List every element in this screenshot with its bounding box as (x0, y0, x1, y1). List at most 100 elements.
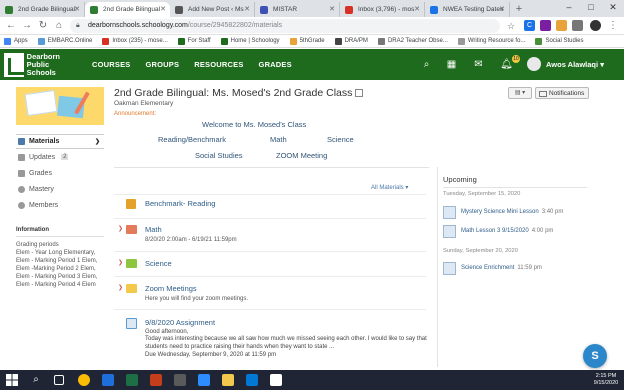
material-title[interactable]: Zoom Meetings (145, 284, 197, 293)
extension-icon[interactable] (556, 20, 567, 31)
browser-menu-icon[interactable]: ⋮ (606, 19, 620, 33)
list-item[interactable]: Benchmark- Reading (118, 199, 428, 215)
bookmark-star-icon[interactable]: ☆ (504, 19, 518, 33)
close-tab-icon[interactable]: ✕ (414, 2, 420, 17)
windows-start-icon[interactable] (6, 374, 18, 386)
edge-icon[interactable] (246, 374, 258, 386)
materials-filter-dropdown[interactable]: All Materials ▾ (371, 184, 408, 191)
new-tab-button[interactable]: + (510, 2, 528, 17)
list-item[interactable]: ❯ Math 8/20/20 2:00am - 6/19/21 11:59pm (118, 225, 428, 247)
zoom-icon[interactable] (198, 374, 210, 386)
url-field[interactable]: 🔒︎ dearbornschools.schoology.com/course/… (70, 19, 500, 33)
sidebar-item-members[interactable]: Members (16, 197, 104, 213)
bookmark-item[interactable]: EMBARC.Online (37, 37, 92, 45)
close-window-button[interactable]: ✕ (602, 0, 624, 17)
messages-icon[interactable]: ✉ (472, 58, 485, 71)
nav-groups[interactable]: GROUPS (146, 60, 180, 69)
file-explorer-icon[interactable] (222, 374, 234, 386)
profile-avatar-icon[interactable] (590, 20, 601, 31)
word-icon[interactable] (102, 374, 114, 386)
expand-arrow-icon[interactable]: ❯ (118, 259, 123, 266)
back-icon[interactable]: ← (4, 19, 18, 33)
upcoming-event[interactable]: Mystery Science Mini Lesson 3:40 pm (443, 206, 563, 219)
upcoming-event[interactable]: Math Lesson 3 9/15/2020 4:00 pm (443, 225, 553, 238)
sidebar-item-mastery[interactable]: Mastery (16, 181, 104, 197)
powerpoint-icon[interactable] (150, 374, 162, 386)
announcement-link-math[interactable]: Math (270, 135, 287, 144)
task-view-icon[interactable] (54, 375, 64, 385)
upcoming-panel: Upcoming Tuesday, September 15, 2020 Mys… (437, 167, 597, 367)
store-icon[interactable] (270, 374, 282, 386)
expand-arrow-icon[interactable]: ❯ (118, 225, 123, 232)
upcoming-event[interactable]: Science Enrichment 11:59 pm (443, 262, 542, 275)
reload-icon[interactable]: ↻ (36, 19, 50, 33)
browser-tab-active[interactable]: 2nd Grade Bilingual ✕ (85, 2, 170, 17)
material-title[interactable]: Math (145, 225, 162, 234)
search-icon[interactable]: ⌕ (30, 374, 42, 386)
browser-tab[interactable]: Add New Post ‹ Ms ✕ (170, 2, 255, 17)
chrome-icon[interactable] (78, 374, 90, 386)
material-title[interactable]: Science (145, 259, 172, 268)
announcement-link-zoom[interactable]: ZOOM Meeting (276, 151, 327, 160)
maximize-window-button[interactable]: □ (580, 0, 602, 17)
sidebar-item-materials[interactable]: Materials ❯ (16, 134, 104, 149)
avatar[interactable] (527, 57, 541, 71)
announcement-link-science[interactable]: Science (327, 135, 354, 144)
calendar-icon[interactable]: ▦ (445, 58, 458, 71)
material-title[interactable]: 9/8/2020 Assignment (145, 318, 215, 327)
sidebar-item-updates[interactable]: Updates 2 (16, 149, 104, 165)
search-icon[interactable]: ⌕ (420, 58, 433, 71)
sidebar-item-grades[interactable]: Grades (16, 165, 104, 181)
bookmark-item[interactable]: Home | Schoology (220, 37, 280, 45)
nav-grades[interactable]: GRADES (259, 60, 292, 69)
notifications-bell-icon[interactable]: 🔔︎ (500, 58, 513, 71)
close-tab-icon[interactable]: ✕ (499, 2, 505, 17)
bookmark-item[interactable]: Inbox (235) - mose... (102, 37, 168, 45)
bookmark-item[interactable]: DRA/PM (334, 37, 368, 45)
app-icon[interactable] (174, 374, 186, 386)
announcement-link-reading[interactable]: Reading/Benchmark (158, 135, 226, 144)
bookmark-item[interactable]: 5thGrade (289, 37, 325, 45)
bookmark-item[interactable]: DRA2 Teacher Obse... (377, 37, 448, 45)
browser-tab[interactable]: Inbox (3,796) - mos ✕ (340, 2, 425, 17)
nav-resources[interactable]: RESOURCES (194, 60, 243, 69)
announcement-link-welcome[interactable]: Welcome to Ms. Mosed's Class (202, 120, 306, 129)
course-info-icon[interactable] (355, 89, 364, 97)
extension-icon[interactable] (540, 20, 551, 31)
excel-icon[interactable] (126, 374, 138, 386)
course-options-button[interactable]: ▤ ▾ (508, 87, 532, 99)
extensions-puzzle-icon[interactable] (572, 20, 583, 31)
list-item[interactable]: 9/8/2020 Assignment Good afternoon, Toda… (118, 318, 428, 364)
user-menu[interactable]: Awos Alawlaqi ▾ (546, 49, 604, 80)
list-item[interactable]: ❯ Zoom Meetings Here you will find your … (118, 284, 428, 306)
forward-icon[interactable]: → (20, 19, 34, 33)
browser-tab[interactable]: NWEA Testing Dates ✕ (425, 2, 510, 17)
announcement-link-social-studies[interactable]: Social Studies (195, 151, 243, 160)
bookmark-item[interactable]: For Staff (177, 37, 211, 45)
browser-tab[interactable]: 2nd Grade Bilingual: ✕ (0, 2, 85, 17)
browser-tab[interactable]: MISTAR ✕ (255, 2, 340, 17)
minimize-window-button[interactable]: – (558, 0, 580, 17)
nav-courses[interactable]: COURSES (92, 60, 131, 69)
tab-title: 2nd Grade Bilingual: (18, 6, 77, 13)
close-tab-icon[interactable]: ✕ (160, 2, 166, 17)
members-icon (18, 201, 25, 209)
district-logo[interactable]: Dearborn Public Schools (4, 52, 60, 78)
material-title[interactable]: Benchmark- Reading (145, 199, 215, 208)
bookmark-item[interactable]: Writing Resource fo... (457, 37, 525, 45)
notifications-button[interactable]: Notifications (535, 87, 589, 99)
clock[interactable]: 2:15 PM 9/15/2020 (588, 373, 624, 387)
extension-c-icon[interactable]: C (524, 20, 535, 31)
close-tab-icon[interactable]: ✕ (244, 2, 250, 17)
clock-time: 2:15 PM (595, 373, 617, 379)
close-tab-icon[interactable]: ✕ (329, 2, 335, 17)
home-icon[interactable]: ⌂ (52, 19, 66, 33)
bookmark-item[interactable]: Apps (4, 37, 28, 45)
expand-arrow-icon[interactable]: ❯ (118, 284, 123, 291)
close-tab-icon[interactable]: ✕ (74, 2, 80, 17)
help-button[interactable]: S (583, 344, 607, 368)
list-item[interactable]: ❯ Science (118, 259, 428, 273)
upcoming-day: Sunday, September 20, 2020 (443, 248, 518, 254)
bookmark-item[interactable]: Social Studies (535, 37, 583, 45)
chevron-down-icon: ▾ (405, 185, 409, 191)
